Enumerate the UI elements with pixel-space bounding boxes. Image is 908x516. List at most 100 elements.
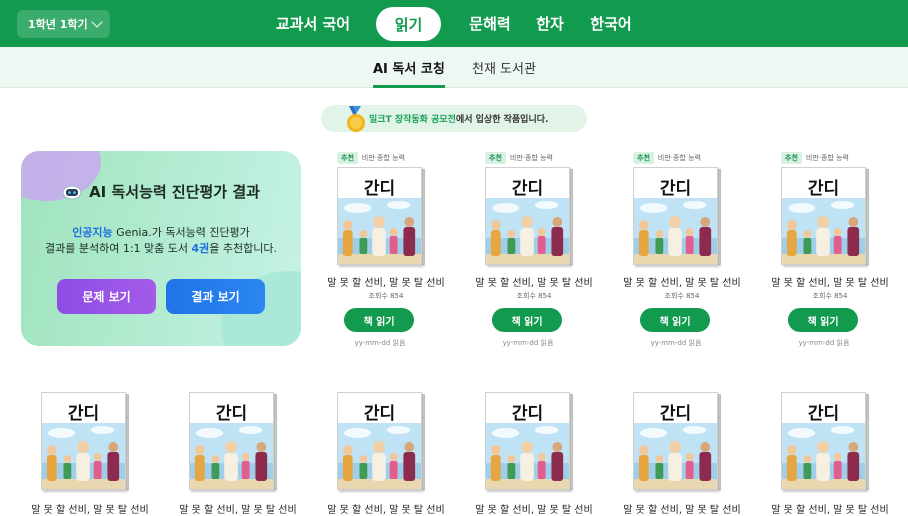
book-card: 간디 말 못 할 선비, 말 못 탈 선비 bbox=[25, 376, 155, 516]
book-card: 간디 말 못 할 선비, 말 못 탈 선비 bbox=[173, 376, 303, 516]
cover-illustration bbox=[634, 198, 717, 264]
cover-illustration bbox=[486, 198, 569, 264]
recommend-badge: 추천 bbox=[337, 152, 358, 164]
ai-desc-highlight: 인공지능 bbox=[72, 226, 113, 239]
nav-textbook-korean[interactable]: 교과서 국어 bbox=[270, 0, 356, 47]
cover-illustration bbox=[190, 423, 273, 489]
read-book-button[interactable]: 책 읽기 bbox=[640, 308, 710, 332]
book-tags: 추천 비판·종합 능력 bbox=[781, 151, 849, 165]
book-card: 간디 말 못 할 선비, 말 못 탈 선비 bbox=[321, 376, 451, 516]
sub-nav-bar: AI 독서 코칭 천재 도서관 bbox=[0, 47, 908, 88]
grade-select-label: 1학년 1학기 bbox=[28, 18, 88, 31]
read-date: yy-mm-dd 읽음 bbox=[650, 339, 702, 347]
book-cover[interactable]: 간디 bbox=[337, 167, 422, 265]
book-views: 조회수 854 bbox=[664, 292, 700, 300]
recommend-badge: 추천 bbox=[485, 152, 506, 164]
top-nav-bar: 1학년 1학기 교과서 국어 읽기 문해력 한자 한국어 bbox=[0, 0, 908, 47]
grade-select-dropdown[interactable]: 1학년 1학기 bbox=[17, 10, 110, 38]
view-results-button[interactable]: 결과 보기 bbox=[166, 279, 265, 314]
book-title[interactable]: 말 못 할 선비, 말 못 탈 선비 bbox=[321, 274, 451, 289]
book-cover[interactable]: 간디 bbox=[41, 392, 126, 490]
read-date: yy-mm-dd 읽음 bbox=[354, 339, 406, 347]
cover-illustration bbox=[338, 423, 421, 489]
skill-label: 비판·종합 능력 bbox=[805, 154, 849, 162]
cover-title: 간디 bbox=[511, 179, 544, 199]
book-cover[interactable]: 간디 bbox=[485, 392, 570, 490]
read-date: yy-mm-dd 읽음 bbox=[502, 339, 554, 347]
book-title[interactable]: 말 못 할 선비, 말 못 탈 선비 bbox=[469, 501, 599, 516]
award-text: 에서 입상한 작품입니다. bbox=[455, 115, 549, 125]
ai-desc-count: 4권 bbox=[191, 242, 210, 255]
cover-illustration bbox=[486, 423, 569, 489]
book-views: 조회수 854 bbox=[812, 292, 848, 300]
cover-illustration bbox=[634, 423, 717, 489]
book-cover[interactable]: 간디 bbox=[781, 392, 866, 490]
cover-title: 간디 bbox=[659, 404, 692, 424]
recommend-badge: 추천 bbox=[781, 152, 802, 164]
view-questions-button[interactable]: 문제 보기 bbox=[57, 279, 156, 314]
skill-label: 비판·종합 능력 bbox=[509, 154, 553, 162]
ai-desc-line2: 결과를 분석하여 1:1 맞춤 도서 bbox=[44, 242, 192, 255]
book-cover[interactable]: 간디 bbox=[189, 392, 274, 490]
cover-title: 간디 bbox=[807, 404, 840, 424]
ai-card-title-text: AI 독서능력 진단평가 결과 bbox=[89, 183, 260, 201]
read-book-button[interactable]: 책 읽기 bbox=[344, 308, 414, 332]
skill-label: 비판·종합 능력 bbox=[361, 154, 405, 162]
cover-illustration bbox=[42, 423, 125, 489]
ai-desc-line1: Genia.가 독서능력 진단평가 bbox=[112, 226, 250, 239]
cover-title: 간디 bbox=[363, 404, 396, 424]
ai-diagnosis-card: AI 독서능력 진단평가 결과 인공지능 Genia.가 독서능력 진단평가 결… bbox=[21, 151, 301, 346]
book-cover[interactable]: 간디 bbox=[485, 167, 570, 265]
cover-title: 간디 bbox=[67, 404, 100, 424]
robot-icon bbox=[62, 185, 82, 200]
cover-title: 간디 bbox=[659, 179, 692, 199]
nav-literacy[interactable]: 문해력 bbox=[462, 0, 518, 47]
cover-illustration bbox=[338, 198, 421, 264]
skill-label: 비판·종합 능력 bbox=[657, 154, 701, 162]
nav-reading[interactable]: 읽기 bbox=[376, 7, 441, 41]
recommended-book-card: 추천 비판·종합 능력 간디 말 못 할 선비, 말 못 탈 선비 조회수 85… bbox=[765, 151, 895, 351]
medal-icon bbox=[347, 106, 365, 132]
cover-illustration bbox=[782, 423, 865, 489]
book-title[interactable]: 말 못 할 선비, 말 못 탈 선비 bbox=[765, 274, 895, 289]
book-views: 조회수 854 bbox=[516, 292, 552, 300]
book-views: 조회수 854 bbox=[368, 292, 404, 300]
chevron-down-icon bbox=[91, 16, 103, 28]
book-card: 간디 말 못 할 선비, 말 못 탈 선비 bbox=[617, 376, 747, 516]
ai-card-description: 인공지능 Genia.가 독서능력 진단평가 결과를 분석하여 1:1 맞춤 도… bbox=[21, 225, 301, 257]
book-card: 간디 말 못 할 선비, 말 못 탈 선비 bbox=[469, 376, 599, 516]
recommend-badge: 추천 bbox=[633, 152, 654, 164]
read-book-button[interactable]: 책 읽기 bbox=[788, 308, 858, 332]
book-tags: 추천 비판·종합 능력 bbox=[633, 151, 701, 165]
recommended-book-card: 추천 비판·종합 능력 간디 말 못 할 선비, 말 못 탈 선비 조회수 85… bbox=[617, 151, 747, 351]
book-tags: 추천 비판·종합 능력 bbox=[337, 151, 405, 165]
book-title[interactable]: 말 못 할 선비, 말 못 탈 선비 bbox=[25, 501, 155, 516]
cover-title: 간디 bbox=[807, 179, 840, 199]
cover-title: 간디 bbox=[511, 404, 544, 424]
book-cover[interactable]: 간디 bbox=[337, 392, 422, 490]
cover-title: 간디 bbox=[215, 404, 248, 424]
book-cover[interactable]: 간디 bbox=[781, 167, 866, 265]
award-banner: 밀크T 창작동화 공모전 에서 입상한 작품입니다. bbox=[321, 105, 587, 132]
book-title[interactable]: 말 못 할 선비, 말 못 탈 선비 bbox=[765, 501, 895, 516]
tab-chunjae-library[interactable]: 천재 도서관 bbox=[472, 47, 536, 88]
book-tags: 추천 비판·종합 능력 bbox=[485, 151, 553, 165]
book-title[interactable]: 말 못 할 선비, 말 못 탈 선비 bbox=[469, 274, 599, 289]
book-title[interactable]: 말 못 할 선비, 말 못 탈 선비 bbox=[617, 501, 747, 516]
ai-desc-line2-end: 을 추천합니다. bbox=[209, 242, 277, 255]
nav-korean-language[interactable]: 한국어 bbox=[584, 0, 638, 47]
tab-ai-reading-coaching[interactable]: AI 독서 코칭 bbox=[373, 47, 445, 88]
ai-card-title: AI 독서능력 진단평가 결과 bbox=[21, 181, 301, 202]
read-book-button[interactable]: 책 읽기 bbox=[492, 308, 562, 332]
nav-hanja[interactable]: 한자 bbox=[530, 0, 570, 47]
book-card: 간디 말 못 할 선비, 말 못 탈 선비 bbox=[765, 376, 895, 516]
book-cover[interactable]: 간디 bbox=[633, 167, 718, 265]
recommended-book-card: 추천 비판·종합 능력 간디 말 못 할 선비, 말 못 탈 선비 조회수 85… bbox=[469, 151, 599, 351]
book-title[interactable]: 말 못 할 선비, 말 못 탈 선비 bbox=[173, 501, 303, 516]
book-cover[interactable]: 간디 bbox=[633, 392, 718, 490]
book-title[interactable]: 말 못 할 선비, 말 못 탈 선비 bbox=[617, 274, 747, 289]
read-date: yy-mm-dd 읽음 bbox=[798, 339, 850, 347]
cover-illustration bbox=[782, 198, 865, 264]
recommended-book-card: 추천 비판·종합 능력 간디 말 못 할 선비, 말 못 탈 선비 조회수 85… bbox=[321, 151, 451, 351]
book-title[interactable]: 말 못 할 선비, 말 못 탈 선비 bbox=[321, 501, 451, 516]
